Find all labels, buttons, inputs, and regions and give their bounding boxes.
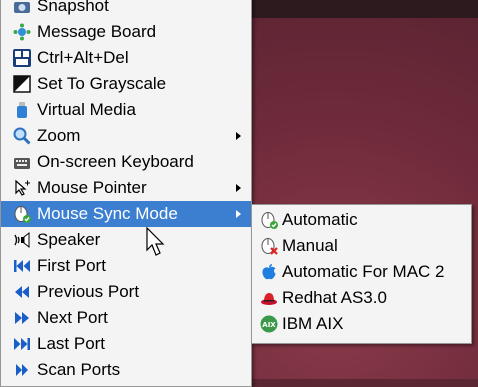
menu-item-message-board[interactable]: Message Board [1, 19, 251, 45]
scan-ports-icon [13, 361, 31, 379]
menu-item-mouse-pointer[interactable]: Mouse Pointer [1, 175, 251, 201]
menu-item-label: Virtual Media [37, 100, 136, 119]
usb-drive-icon [13, 101, 31, 119]
menu-item-label: Ctrl+Alt+Del [37, 48, 129, 67]
menu-item-previous-port[interactable]: Previous Port [1, 279, 251, 305]
menu-item-scan-ports[interactable]: Scan Ports [1, 357, 251, 383]
first-port-icon [13, 257, 31, 275]
desktop-top-strip [250, 0, 478, 18]
submenu-arrow-icon [236, 210, 241, 218]
mouse-sync-submenu: Automatic Manual Automatic For MAC 2 Red… [251, 204, 472, 344]
submenu-item-label: Automatic [282, 210, 358, 229]
submenu-item-ibm-aix[interactable]: AIX IBM AIX [252, 311, 471, 337]
menu-item-label: Previous Port [37, 282, 140, 301]
submenu-item-label: Automatic For MAC 2 [282, 262, 445, 281]
camera-icon [13, 0, 31, 15]
menu-item-last-port[interactable]: Last Port [1, 331, 251, 357]
submenu-item-label: Manual [282, 236, 338, 255]
menu-item-ctrl-alt-del[interactable]: Ctrl+Alt+Del [1, 45, 251, 71]
submenu-item-automatic[interactable]: Automatic [252, 207, 471, 233]
menu-item-label: Snapshot [37, 0, 109, 15]
menu-item-label: Set To Grayscale [37, 74, 167, 93]
message-board-icon [13, 23, 31, 41]
submenu-item-label: IBM AIX [282, 314, 344, 333]
menu-item-virtual-media[interactable]: Virtual Media [1, 97, 251, 123]
keyboard-icon [13, 153, 31, 171]
auto-mouse-icon [260, 211, 278, 229]
last-port-icon [13, 335, 31, 353]
submenu-item-automatic-for-mac-2[interactable]: Automatic For MAC 2 [252, 259, 471, 285]
mouse-cursor-icon [146, 226, 165, 256]
speaker-icon [13, 231, 31, 249]
submenu-arrow-icon [236, 184, 241, 192]
grayscale-icon [13, 75, 31, 93]
menu-item-first-port[interactable]: First Port [1, 253, 251, 279]
context-menu: Snapshot Message Board Ctrl+Alt+Del Set … [0, 0, 252, 387]
menu-item-label: Speaker [37, 230, 101, 249]
aix-icon: AIX [260, 315, 278, 333]
submenu-arrow-icon [236, 132, 241, 140]
manual-mouse-icon [260, 237, 278, 255]
menu-item-label: On-screen Keyboard [37, 152, 194, 171]
menu-item-label: Mouse Pointer [37, 178, 147, 197]
submenu-item-label: Redhat AS3.0 [282, 288, 387, 307]
menu-item-label: Zoom [37, 126, 81, 145]
menu-item-label: Scan Ports [37, 360, 121, 379]
pointer-icon [13, 179, 31, 197]
menu-item-label: Last Port [37, 334, 106, 353]
menu-item-label: Next Port [37, 308, 108, 327]
redhat-icon [260, 289, 278, 307]
menu-item-next-port[interactable]: Next Port [1, 305, 251, 331]
menu-item-set-to-grayscale[interactable]: Set To Grayscale [1, 71, 251, 97]
next-port-icon [13, 309, 31, 327]
menu-item-zoom[interactable]: Zoom [1, 123, 251, 149]
svg-text:AIX: AIX [262, 321, 276, 329]
previous-port-icon [13, 283, 31, 301]
mouse-sync-icon [13, 205, 31, 223]
submenu-item-redhat-as3[interactable]: Redhat AS3.0 [252, 285, 471, 311]
menu-item-speaker[interactable]: Speaker [1, 227, 251, 253]
ctrl-alt-del-icon [13, 49, 31, 67]
magnifier-icon [13, 127, 31, 145]
menu-item-mouse-sync-mode[interactable]: Mouse Sync Mode [1, 201, 251, 227]
submenu-item-manual[interactable]: Manual [252, 233, 471, 259]
menu-item-label: First Port [37, 256, 106, 275]
apple-icon [260, 263, 278, 281]
menu-item-label: Mouse Sync Mode [37, 204, 178, 223]
menu-item-snapshot[interactable]: Snapshot [1, 0, 251, 19]
menu-item-label: Message Board [37, 22, 157, 41]
menu-item-on-screen-keyboard[interactable]: On-screen Keyboard [1, 149, 251, 175]
